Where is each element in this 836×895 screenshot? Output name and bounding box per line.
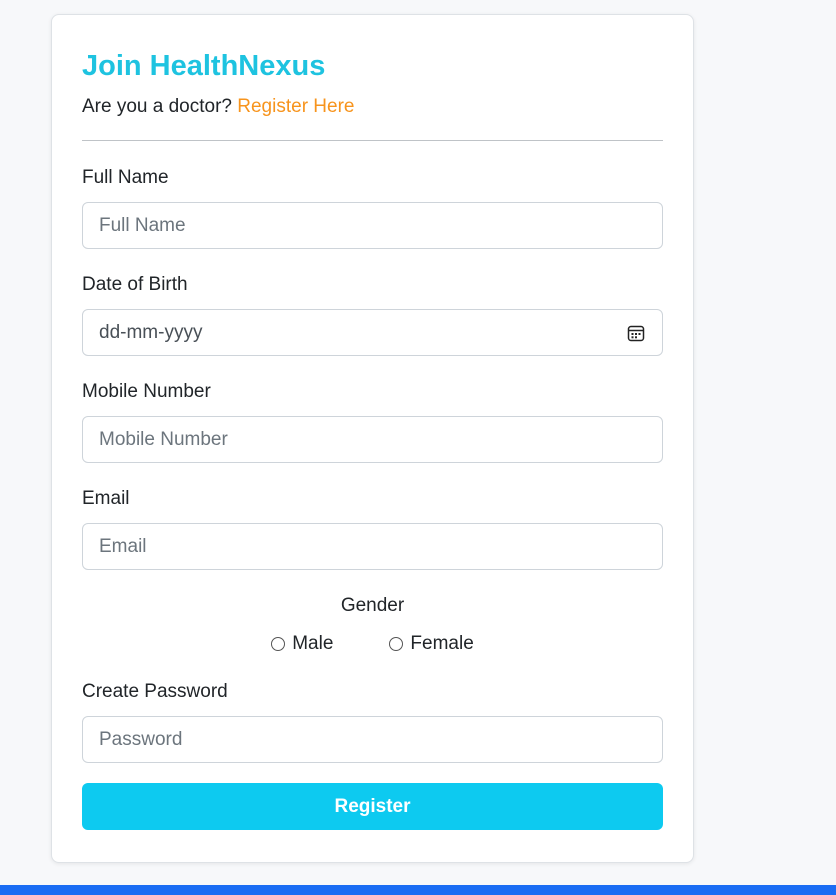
- full-name-label: Full Name: [82, 167, 169, 188]
- bottom-bar: [0, 885, 836, 895]
- full-name-placeholder: Full Name: [99, 214, 186, 236]
- full-name-input[interactable]: Full Name: [82, 202, 663, 249]
- dob-input[interactable]: dd-mm-yyyy: [82, 309, 663, 356]
- radio-female[interactable]: [389, 637, 404, 651]
- register-button[interactable]: Register: [82, 783, 663, 830]
- doctor-prompt-text: Are you a doctor?: [82, 96, 232, 117]
- mobile-label: Mobile Number: [82, 381, 211, 402]
- password-input[interactable]: Password: [82, 716, 663, 763]
- dob-value: dd-mm-yyyy: [99, 321, 203, 343]
- password-placeholder: Password: [99, 728, 183, 750]
- mobile-input[interactable]: Mobile Number: [82, 416, 663, 463]
- registration-card: Join HealthNexus Are you a doctor? Regis…: [51, 14, 694, 863]
- divider: [82, 140, 663, 141]
- calendar-icon[interactable]: [626, 323, 646, 343]
- radio-male[interactable]: [271, 637, 286, 651]
- dob-label: Date of Birth: [82, 274, 188, 295]
- password-label: Create Password: [82, 681, 228, 702]
- gender-female-label: Female: [410, 633, 474, 654]
- gender-group: Gender Male Female: [82, 594, 663, 656]
- gender-option-male[interactable]: Male: [271, 632, 333, 656]
- page-title: Join HealthNexus: [82, 50, 326, 82]
- gender-options: Male Female: [82, 632, 663, 656]
- email-input[interactable]: Email: [82, 523, 663, 570]
- email-placeholder: Email: [99, 535, 147, 557]
- mobile-placeholder: Mobile Number: [99, 428, 228, 450]
- doctor-register-link[interactable]: Register Here: [237, 96, 354, 117]
- gender-male-label: Male: [292, 633, 334, 654]
- gender-option-female[interactable]: Female: [389, 632, 474, 656]
- gender-label: Gender: [340, 595, 405, 616]
- doctor-prompt: Are you a doctor? Register Here: [82, 94, 663, 120]
- email-label: Email: [82, 488, 130, 509]
